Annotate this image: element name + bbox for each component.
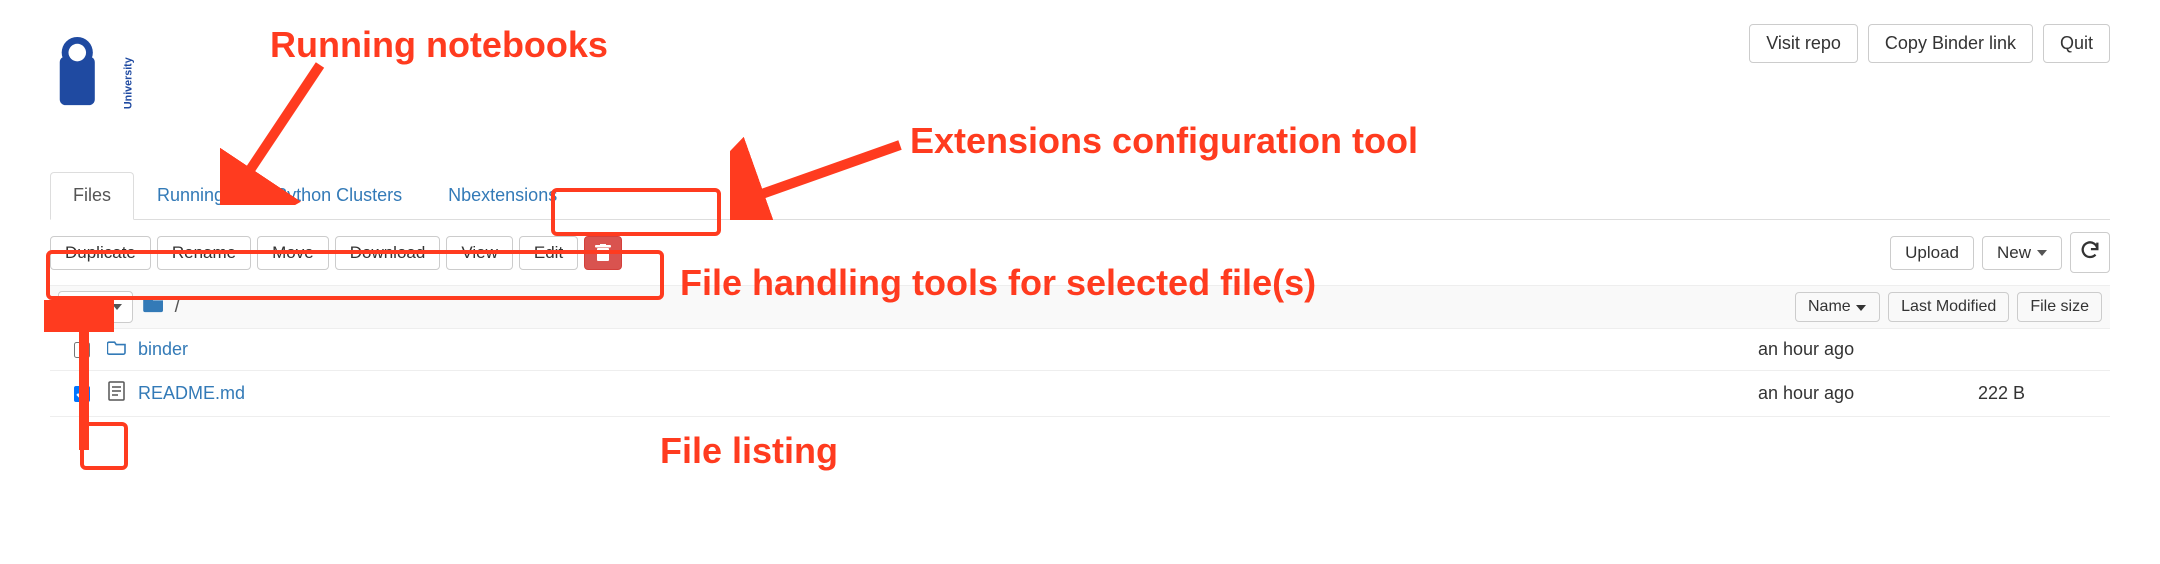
duplicate-button[interactable]: Duplicate	[50, 236, 151, 270]
folder-icon	[102, 339, 132, 360]
breadcrumb-path[interactable]: /	[175, 296, 180, 318]
file-actions-toolbar: Duplicate Rename Move Download View Edit	[50, 236, 622, 270]
copy-binder-link-button[interactable]: Copy Binder link	[1868, 24, 2033, 63]
download-button[interactable]: Download	[335, 236, 441, 270]
selected-count: 1	[93, 296, 104, 318]
upload-button[interactable]: Upload	[1890, 236, 1974, 270]
trash-icon	[595, 244, 611, 262]
item-modified: an hour ago	[1758, 383, 1978, 404]
sort-size-button[interactable]: File size	[2017, 292, 2102, 322]
item-name[interactable]: README.md	[132, 383, 1758, 404]
refresh-icon	[2079, 239, 2101, 261]
select-all-checkbox[interactable]	[69, 299, 85, 315]
annotation-box	[80, 422, 128, 470]
rename-button[interactable]: Rename	[157, 236, 251, 270]
tabs-bar: Files Running IPython Clusters Nbextensi…	[50, 172, 2110, 220]
move-button[interactable]: Move	[257, 236, 329, 270]
tab-ipython-clusters[interactable]: IPython Clusters	[247, 172, 425, 219]
sort-name-button[interactable]: Name	[1795, 292, 1880, 322]
new-dropdown-button[interactable]: New	[1982, 236, 2062, 270]
annotation-extensions-tool: Extensions configuration tool	[910, 120, 1418, 162]
caret-down-icon	[2037, 250, 2047, 256]
view-button[interactable]: View	[446, 236, 513, 270]
tab-nbextensions[interactable]: Nbextensions	[425, 172, 580, 219]
row-checkbox[interactable]	[74, 386, 90, 402]
refresh-button[interactable]	[2070, 232, 2110, 273]
tab-files[interactable]: Files	[50, 172, 134, 220]
list-item[interactable]: binder an hour ago	[50, 329, 2110, 371]
file-icon	[102, 381, 132, 406]
logo: The Open University	[50, 24, 170, 124]
sort-modified-button[interactable]: Last Modified	[1888, 292, 2009, 322]
quit-button[interactable]: Quit	[2043, 24, 2110, 63]
item-size: 222 B	[1978, 383, 2098, 404]
annotation-file-listing: File listing	[660, 430, 838, 472]
delete-button[interactable]	[584, 236, 622, 270]
new-label: New	[1997, 243, 2031, 263]
visit-repo-button[interactable]: Visit repo	[1749, 24, 1858, 63]
arrow-down-icon	[1855, 301, 1867, 313]
item-name[interactable]: binder	[132, 339, 1758, 360]
row-checkbox[interactable]	[74, 342, 90, 358]
caret-down-icon	[112, 304, 122, 310]
list-item[interactable]: README.md an hour ago 222 B	[50, 371, 2110, 417]
select-all-dropdown[interactable]: 1	[58, 291, 133, 323]
folder-icon	[143, 295, 165, 319]
sort-name-label: Name	[1808, 298, 1851, 315]
svg-text:University: University	[122, 57, 134, 109]
file-list: binder an hour ago README.md an hour ago…	[50, 329, 2110, 417]
item-modified: an hour ago	[1758, 339, 1978, 360]
edit-button[interactable]: Edit	[519, 236, 578, 270]
tab-running[interactable]: Running	[134, 172, 247, 219]
